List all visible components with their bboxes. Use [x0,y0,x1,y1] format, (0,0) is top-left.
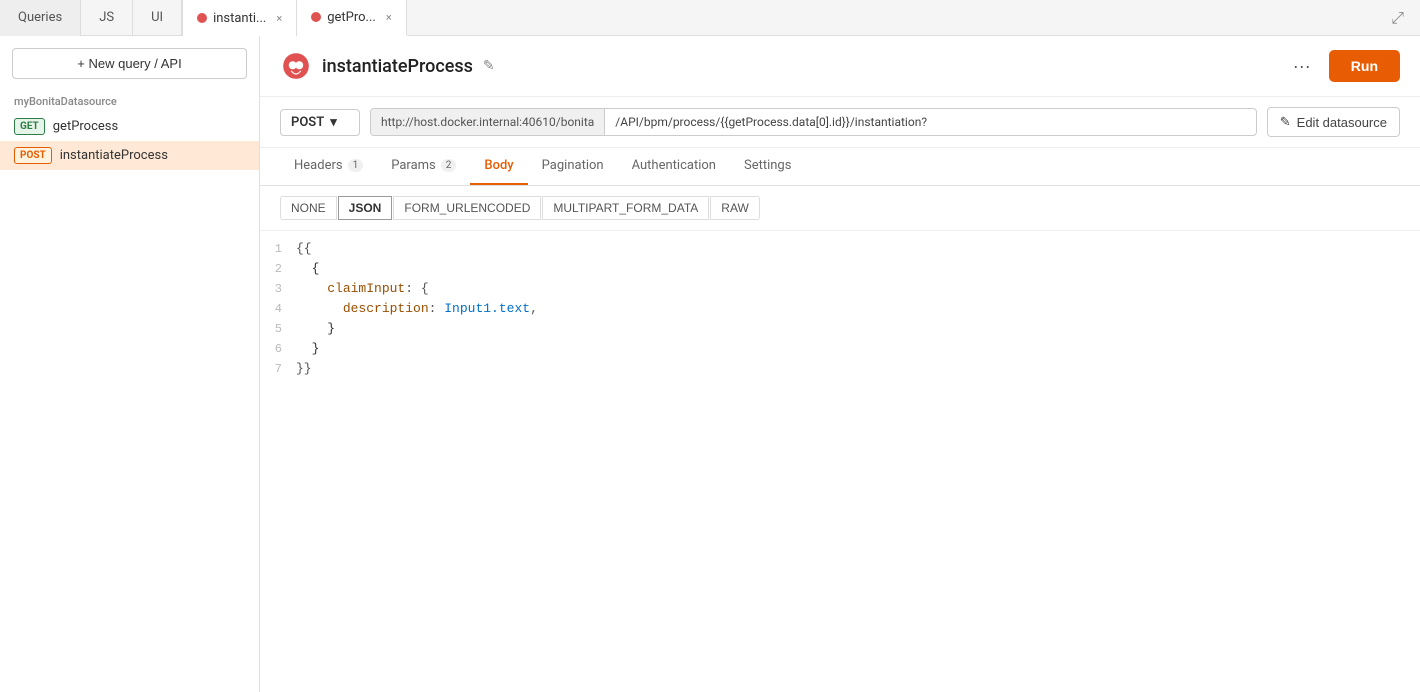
edit-datasource-button[interactable]: ✎ Edit datasource [1267,107,1400,137]
url-base: http://host.docker.internal:40610/bonita [371,109,605,135]
new-query-button[interactable]: + New query / API [12,48,247,79]
content-area: instantiateProcess ✎ ··· Run POST ▾ http… [260,36,1420,692]
format-none[interactable]: NONE [280,196,337,220]
file-tab-getprocess[interactable]: getPro... × [297,0,407,36]
method-select[interactable]: POST ▾ [280,109,360,136]
bonita-logo [280,50,312,82]
url-input[interactable]: http://host.docker.internal:40610/bonita… [370,108,1257,136]
tab-pagination[interactable]: Pagination [528,148,618,185]
edit-datasource-label: Edit datasource [1297,115,1387,130]
tab-body[interactable]: Body [470,148,527,185]
sidebar-item-instantiate-label: instantiateProcess [60,148,168,163]
line-num-3: 3 [260,281,296,296]
line-content-5: } [296,321,1420,336]
edit-title-icon[interactable]: ✎ [483,58,495,74]
code-line-3: 3 claimInput: { [260,281,1420,301]
tab-dot-getprocess [311,12,321,22]
line-content-6: } [296,341,1420,356]
line-num-7: 7 [260,361,296,376]
format-multipart[interactable]: MULTIPART_FORM_DATA [542,196,709,220]
close-tab-getprocess[interactable]: × [386,11,392,24]
query-title: instantiateProcess [322,56,473,77]
top-spacer [407,0,1375,35]
tab-params[interactable]: Params 2 [377,148,470,185]
url-bar: POST ▾ http://host.docker.internal:40610… [260,97,1420,148]
sidebar-item-getprocess-label: getProcess [53,119,118,134]
line-num-1: 1 [260,241,296,256]
popup-icon[interactable]: ⤢ [1387,4,1408,32]
tab-headers[interactable]: Headers 1 [280,148,377,185]
nav-tabs: Queries JS UI [0,0,183,35]
line-content-1: {{ [296,241,1420,256]
tab-dot-instantiate [197,13,207,23]
format-json[interactable]: JSON [338,196,393,220]
method-value: POST [291,115,324,130]
code-editor[interactable]: 1 {{ 2 { 3 claimInput: { 4 description: … [260,231,1420,692]
queries-nav[interactable]: Queries [0,0,81,36]
file-tab-getprocess-label: getPro... [327,10,376,25]
method-badge-get: GET [14,118,45,135]
headers-badge: 1 [348,159,364,172]
code-line-7: 7 }} [260,361,1420,381]
line-content-7: }} [296,361,1420,376]
code-line-5: 5 } [260,321,1420,341]
method-chevron: ▾ [330,115,337,130]
tab-authentication[interactable]: Authentication [618,148,730,185]
main-layout: + New query / API myBonitaDatasource GET… [0,36,1420,692]
line-content-4: description: Input1.text, [296,301,1420,316]
sidebar: + New query / API myBonitaDatasource GET… [0,36,260,692]
line-num-6: 6 [260,341,296,356]
line-content-2: { [296,261,1420,276]
top-tab-bar: Queries JS UI instanti... × getPro... × … [0,0,1420,36]
sidebar-item-getprocess[interactable]: GET getProcess [0,112,259,141]
method-badge-post: POST [14,147,52,164]
body-format-bar: NONE JSON FORM_URLENCODED MULTIPART_FORM… [260,186,1420,231]
ui-nav[interactable]: UI [133,0,182,36]
more-options-button[interactable]: ··· [1285,52,1319,81]
code-line-4: 4 description: Input1.text, [260,301,1420,321]
line-content-3: claimInput: { [296,281,1420,296]
params-badge: 2 [441,159,457,172]
datasource-label: myBonitaDatasource [0,91,259,112]
sidebar-item-instantiateprocess[interactable]: POST instantiateProcess [0,141,259,170]
file-tab-instantiate[interactable]: instanti... × [183,0,297,36]
format-form-urlencoded[interactable]: FORM_URLENCODED [393,196,541,220]
url-path: /API/bpm/process/{{getProcess.data[0].id… [605,109,1255,135]
file-tab-instantiate-label: instanti... [213,11,266,26]
code-line-6: 6 } [260,341,1420,361]
tab-bar: Headers 1 Params 2 Body Pagination Authe… [260,148,1420,186]
line-num-5: 5 [260,321,296,336]
query-header: instantiateProcess ✎ ··· Run [260,36,1420,97]
edit-datasource-icon: ✎ [1280,114,1291,130]
js-nav[interactable]: JS [81,0,133,36]
close-tab-instantiate[interactable]: × [276,12,282,25]
tab-settings[interactable]: Settings [730,148,805,185]
format-raw[interactable]: RAW [710,196,760,220]
line-num-2: 2 [260,261,296,276]
code-line-1: 1 {{ [260,241,1420,261]
line-num-4: 4 [260,301,296,316]
code-line-2: 2 { [260,261,1420,281]
top-actions: ⤢ [1375,0,1420,35]
run-button[interactable]: Run [1329,50,1400,82]
